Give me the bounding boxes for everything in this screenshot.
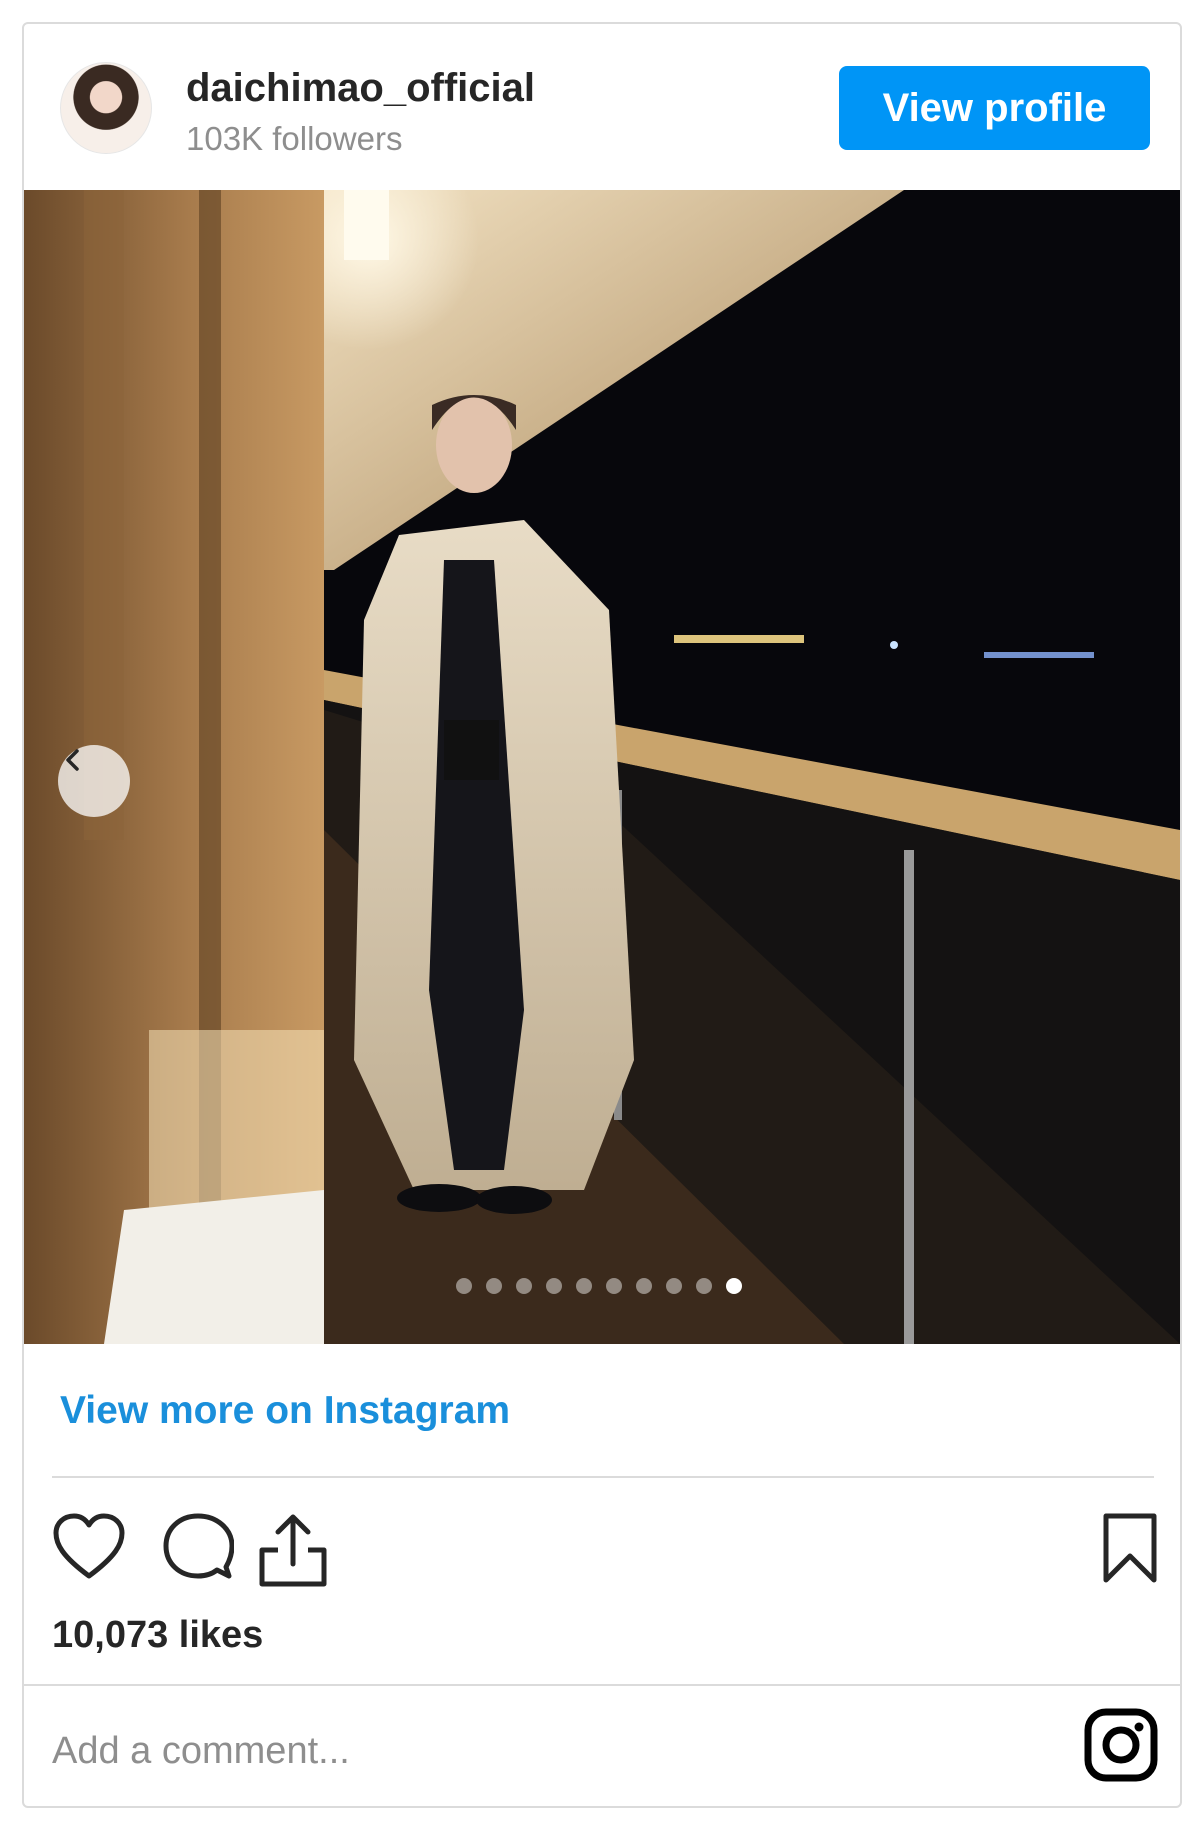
view-profile-button[interactable]: View profile	[839, 66, 1150, 150]
username[interactable]: daichimao_official	[186, 66, 535, 111]
carousel-indicator	[456, 1278, 742, 1294]
post-header: daichimao_official 103K followers View p…	[24, 24, 1180, 190]
carousel-dot	[666, 1278, 682, 1294]
carousel-dot	[546, 1278, 562, 1294]
carousel-prev-button[interactable]	[58, 745, 130, 817]
comment-input[interactable]: Add a comment...	[52, 1730, 350, 1773]
carousel-dot	[456, 1278, 472, 1294]
bookmark-icon[interactable]	[1102, 1512, 1158, 1584]
carousel-dot	[516, 1278, 532, 1294]
post-photo[interactable]	[24, 190, 1180, 1344]
chevron-left-icon	[66, 749, 79, 771]
carousel-dot	[486, 1278, 502, 1294]
carousel-dot	[606, 1278, 622, 1294]
view-more-link[interactable]: View more on Instagram	[60, 1389, 510, 1433]
comment-icon[interactable]	[162, 1512, 234, 1582]
heart-icon[interactable]	[52, 1512, 126, 1582]
carousel-dot-active	[726, 1278, 742, 1294]
share-icon[interactable]	[258, 1512, 328, 1588]
avatar[interactable]	[60, 62, 152, 154]
carousel-dot	[576, 1278, 592, 1294]
follower-count: 103K followers	[186, 120, 403, 157]
action-bar	[52, 1512, 1157, 1602]
instagram-embed-card: daichimao_official 103K followers View p…	[22, 22, 1182, 1808]
divider	[52, 1476, 1154, 1478]
carousel-dot	[696, 1278, 712, 1294]
divider	[24, 1684, 1180, 1686]
instagram-icon[interactable]	[1084, 1708, 1158, 1782]
carousel-dot	[636, 1278, 652, 1294]
photo-scene	[24, 190, 1180, 1344]
like-count[interactable]: 10,073 likes	[52, 1614, 263, 1657]
